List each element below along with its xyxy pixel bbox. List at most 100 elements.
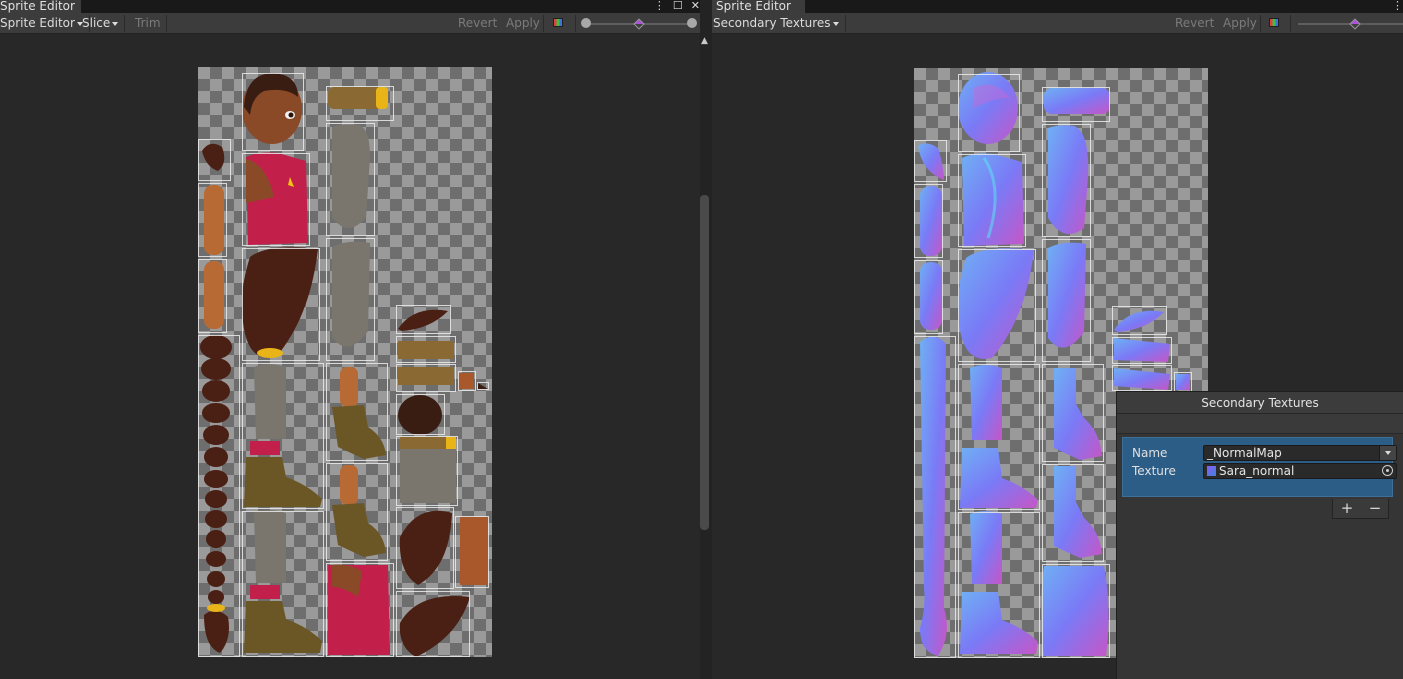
chevron-down-icon (112, 21, 119, 26)
window-tab[interactable]: Sprite Editor (0, 0, 81, 13)
more-options-icon[interactable]: ⋮ (654, 0, 665, 11)
mip-slider-handle[interactable] (687, 18, 697, 28)
name-dropdown[interactable]: _NormalMap (1203, 445, 1397, 461)
sprite-rect[interactable] (242, 73, 304, 151)
apply-button[interactable]: Apply (1223, 15, 1257, 32)
scroll-up-icon[interactable]: ▲ (701, 36, 708, 46)
sprite-rect[interactable] (914, 140, 947, 182)
sprite-rect[interactable] (1042, 239, 1091, 362)
sprite-rect[interactable] (958, 512, 1040, 658)
sprite-rect[interactable] (198, 183, 227, 257)
slice-label: Slice (82, 16, 111, 30)
window-controls: ⋮ ☐ ✕ (646, 0, 700, 13)
color-channel-toggle-icon[interactable] (1269, 18, 1279, 27)
sprite-rect[interactable] (326, 463, 388, 561)
sprite-rect[interactable] (242, 153, 310, 246)
sprite-rect[interactable] (198, 259, 227, 333)
sprite-rect[interactable] (958, 154, 1026, 247)
sprite-rect[interactable] (1112, 337, 1172, 364)
name-dropdown-button[interactable] (1379, 446, 1396, 460)
sprite-rect[interactable] (198, 139, 231, 181)
sprite-rect[interactable] (396, 336, 456, 363)
color-channel-toggle-icon[interactable] (553, 18, 563, 27)
chevron-down-icon (1385, 451, 1391, 455)
slice-dropdown[interactable]: Slice (82, 15, 126, 32)
sprite-editor-toolbar: Secondary Textures Revert Apply (712, 13, 1403, 34)
sprite-rect[interactable] (1112, 306, 1167, 335)
sprite-rect[interactable] (458, 371, 476, 391)
secondary-texture-entry[interactable]: Name _NormalMap Texture Sara_normal (1122, 437, 1397, 497)
sprite-rect[interactable] (396, 591, 470, 657)
sprite-rect[interactable] (326, 363, 388, 461)
sprite-rect[interactable] (958, 364, 1040, 510)
name-value: _NormalMap (1207, 446, 1282, 460)
sprite-rect[interactable] (1042, 564, 1110, 658)
toolbar-divider (543, 15, 544, 32)
sprite-rect[interactable] (914, 336, 956, 658)
close-icon[interactable]: ✕ (691, 0, 700, 11)
maximize-icon[interactable]: ☐ (673, 0, 683, 11)
editor-mode-label: Secondary Textures (713, 16, 831, 30)
sprite-rect[interactable] (242, 511, 324, 657)
sprite-rect[interactable] (455, 516, 489, 588)
sprite-rect[interactable] (242, 363, 324, 509)
editor-mode-dropdown[interactable]: Secondary Textures (713, 15, 846, 32)
sprite-editor-toolbar: Sprite Editor Slice Trim Revert Apply (0, 13, 700, 34)
sprite-rect[interactable] (326, 563, 394, 657)
window-tab[interactable]: Sprite Editor (712, 0, 805, 13)
sprite-rect[interactable] (1042, 364, 1104, 462)
alpha-icon (633, 18, 645, 30)
sprite-rect[interactable] (396, 507, 454, 589)
sprite-editor-window-right: Sprite Editor ⋮ Secondary Textures Rever… (712, 0, 1403, 679)
panel-list-header (1117, 414, 1403, 434)
name-label: Name (1132, 446, 1168, 460)
sprite-rect[interactable] (1174, 372, 1192, 392)
sprite-rect[interactable] (198, 335, 240, 657)
window-titlebar: Sprite Editor ⋮ (712, 0, 1403, 13)
secondary-textures-panel: Secondary Textures Name _NormalMap Textu… (1116, 391, 1403, 679)
object-picker-icon[interactable] (1382, 465, 1393, 476)
sprite-rect[interactable] (396, 394, 445, 435)
add-remove-controls: + − (1332, 499, 1389, 519)
sprite-rect[interactable] (1042, 464, 1104, 562)
sprite-rect[interactable] (396, 305, 451, 334)
sprite-rect[interactable] (396, 364, 456, 392)
zoom-slider-handle[interactable] (581, 18, 591, 28)
sprite-rect[interactable] (958, 249, 1036, 362)
sprite-rect[interactable] (242, 248, 320, 361)
texture-value: Sara_normal (1219, 464, 1295, 478)
remove-entry-button[interactable]: − (1361, 499, 1389, 517)
add-entry-button[interactable]: + (1333, 499, 1361, 517)
more-options-icon[interactable]: ⋮ (1392, 0, 1403, 11)
texture-label: Texture (1132, 464, 1176, 478)
sprite-rect[interactable] (326, 238, 375, 361)
sprite-rect[interactable] (326, 123, 375, 236)
sprite-rect[interactable] (1112, 365, 1172, 391)
sprite-rect[interactable] (396, 436, 458, 506)
chevron-down-icon (832, 21, 839, 26)
sprite-rect[interactable] (1042, 87, 1110, 122)
toolbar-divider (1290, 15, 1291, 32)
editor-mode-dropdown[interactable]: Sprite Editor (0, 15, 90, 32)
trim-button[interactable]: Trim (135, 15, 161, 32)
sprite-sheet-canvas[interactable] (198, 67, 492, 657)
scrollbar-thumb[interactable] (700, 195, 709, 530)
vertical-scrollbar[interactable]: ▲ (700, 0, 712, 679)
window-titlebar: Sprite Editor ⋮ ☐ ✕ (0, 0, 700, 13)
sprite-rect[interactable] (958, 74, 1020, 152)
texture-object-field[interactable]: Sara_normal (1203, 463, 1397, 479)
sprite-rect[interactable] (914, 184, 943, 258)
toolbar-divider (1260, 15, 1261, 32)
sprite-rect[interactable] (477, 382, 489, 390)
revert-button[interactable]: Revert (458, 15, 497, 32)
window-controls: ⋮ (1384, 0, 1403, 13)
toolbar-divider (166, 15, 167, 32)
sprite-rect[interactable] (1042, 124, 1091, 237)
sprite-rect[interactable] (326, 86, 394, 121)
panel-title: Secondary Textures (1117, 392, 1403, 414)
revert-button[interactable]: Revert (1175, 15, 1214, 32)
sprite-editor-window-left: Sprite Editor ⋮ ☐ ✕ Sprite Editor Slice Tr… (0, 0, 700, 679)
sprite-rect[interactable] (914, 260, 943, 334)
apply-button[interactable]: Apply (506, 15, 540, 32)
alpha-icon (1349, 18, 1361, 30)
